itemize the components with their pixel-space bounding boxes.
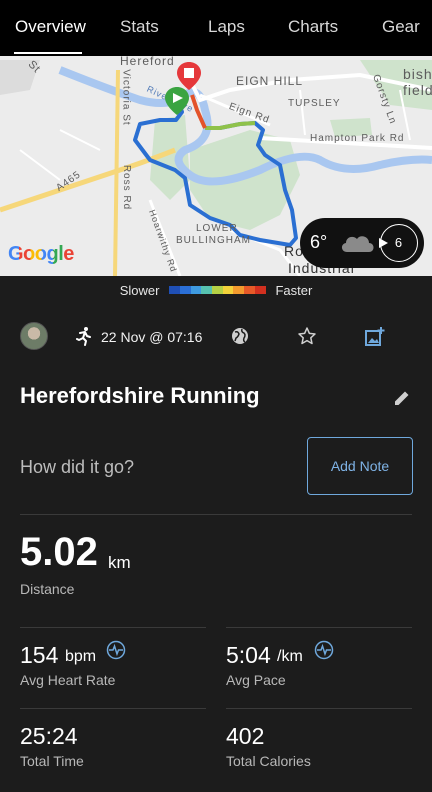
cloud-icon <box>341 236 374 252</box>
heart-rate-value: 154 <box>20 642 59 668</box>
tab-stats[interactable]: Stats <box>120 17 159 37</box>
activity-meta-row: 22 Nov @ 07:16 <box>0 318 432 358</box>
legend-slower-label: Slower <box>119 282 160 298</box>
tab-laps[interactable]: Laps <box>208 17 245 37</box>
edit-icon[interactable] <box>393 389 411 407</box>
avatar[interactable] <box>20 322 48 350</box>
star-icon[interactable] <box>297 326 317 346</box>
tab-overview[interactable]: Overview <box>15 17 86 37</box>
route-map[interactable]: St Hereford EIGN HILL bish field TUPSLEY… <box>0 56 432 276</box>
pace-color-bar <box>169 286 266 294</box>
map-label: Victoria St <box>120 69 132 126</box>
divider <box>226 708 412 709</box>
tab-bar: Overview Stats Laps Charts Gear <box>0 0 432 56</box>
activity-datetime: 22 Nov @ 07:16 <box>101 329 203 345</box>
distance-label: Distance <box>20 581 75 597</box>
globe-icon[interactable] <box>230 326 250 346</box>
heart-rate-label: Avg Heart Rate <box>20 672 116 688</box>
add-photo-icon[interactable] <box>364 326 386 348</box>
map-label: LOWER <box>196 223 238 234</box>
legend-faster-label: Faster <box>275 282 313 298</box>
wind-speed: 6 <box>394 235 403 250</box>
active-tab-indicator <box>14 52 82 54</box>
calories-value: 402 <box>226 723 265 749</box>
map-label: Hampton Park Rd <box>310 133 405 144</box>
pace-chart-icon[interactable] <box>314 640 334 660</box>
distance-value: 5.02 <box>20 530 98 574</box>
total-time-value: 25:24 <box>20 723 78 749</box>
map-label: Hereford <box>120 56 175 68</box>
calories-label: Total Calories <box>226 753 311 769</box>
weather-badge: 6° 6 <box>300 218 424 268</box>
distance-unit: km <box>108 553 131 572</box>
divider <box>20 708 206 709</box>
tab-gear[interactable]: Gear <box>382 17 420 37</box>
pace-label: Avg Pace <box>226 672 286 688</box>
divider <box>20 627 206 628</box>
pace-unit: /km <box>277 648 303 665</box>
google-logo: Google <box>8 243 74 265</box>
heart-rate-chart-icon[interactable] <box>106 640 126 660</box>
pace-legend: Slower Faster <box>0 276 432 304</box>
map-label: TUPSLEY <box>288 98 341 109</box>
tab-charts[interactable]: Charts <box>288 17 338 37</box>
map-label: bish <box>403 66 432 82</box>
wind-indicator: 6 <box>379 224 418 262</box>
add-note-button[interactable]: Add Note <box>307 437 413 495</box>
divider <box>20 514 412 515</box>
map-label: Ross Rd <box>121 164 133 211</box>
runner-icon <box>76 327 91 346</box>
note-prompt: How did it go? <box>20 457 135 477</box>
weather-temperature: 6° <box>310 232 328 252</box>
activity-title: Herefordshire Running <box>20 383 260 408</box>
heart-rate-unit: bpm <box>65 648 97 665</box>
pace-value: 5:04 <box>226 642 271 668</box>
map-label: field <box>403 82 432 98</box>
map-label: EIGN HILL <box>236 74 304 88</box>
finish-marker-icon <box>177 62 201 90</box>
total-time-label: Total Time <box>20 753 84 769</box>
divider <box>226 627 412 628</box>
map-label: BULLINGHAM <box>176 235 252 246</box>
